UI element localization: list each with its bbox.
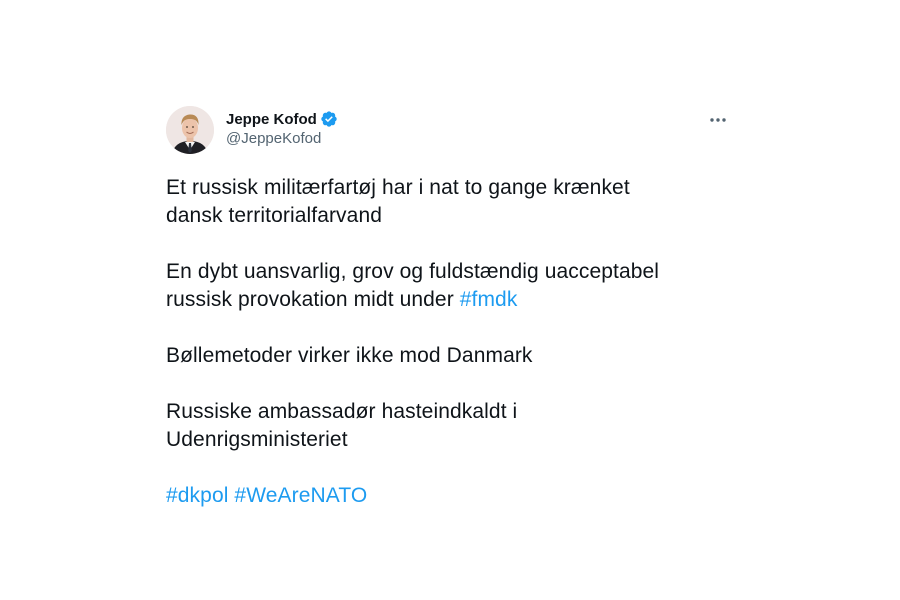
author-handle[interactable]: @JeppeKofod	[226, 130, 338, 147]
tweet-line: russisk provokation midt under #fmdk	[166, 286, 736, 314]
profile-photo-icon	[166, 106, 214, 154]
tweet-text: Et russisk militærfartøj har i nat to ga…	[166, 174, 736, 510]
avatar[interactable]	[166, 106, 214, 154]
author-display-name[interactable]: Jeppe Kofod	[226, 111, 317, 128]
tweet-line: Et russisk militærfartøj har i nat to ga…	[166, 176, 630, 199]
tweet-card: Jeppe Kofod @JeppeKofod Et russisk milit…	[166, 106, 736, 510]
author-block: Jeppe Kofod @JeppeKofod	[226, 110, 338, 147]
hashtag-fmdk[interactable]: #fmdk	[460, 288, 518, 311]
tweet-line: En dybt uansvarlig, grov og fuldstændig …	[166, 260, 660, 283]
tweet-line: Udenrigsministeriet	[166, 428, 348, 451]
verified-badge-icon	[320, 110, 338, 128]
hashtag-dkpol[interactable]: #dkpol	[166, 484, 228, 507]
more-dots-icon	[710, 118, 726, 122]
hashtag-wearenato[interactable]: #WeAreNATO	[234, 484, 367, 507]
tweet-line-text: russisk provokation midt under	[166, 288, 460, 311]
tweet-header: Jeppe Kofod @JeppeKofod	[166, 106, 736, 154]
tweet-line: Russiske ambassadør hasteindkaldt i	[166, 400, 518, 423]
tweet-line: dansk territorialfarvand	[166, 204, 382, 227]
tweet-line: Bøllemetoder virker ikke mod Danmark	[166, 344, 533, 367]
hashtag-line: #dkpol #WeAreNATO	[166, 482, 736, 510]
more-options-button[interactable]	[706, 110, 730, 130]
